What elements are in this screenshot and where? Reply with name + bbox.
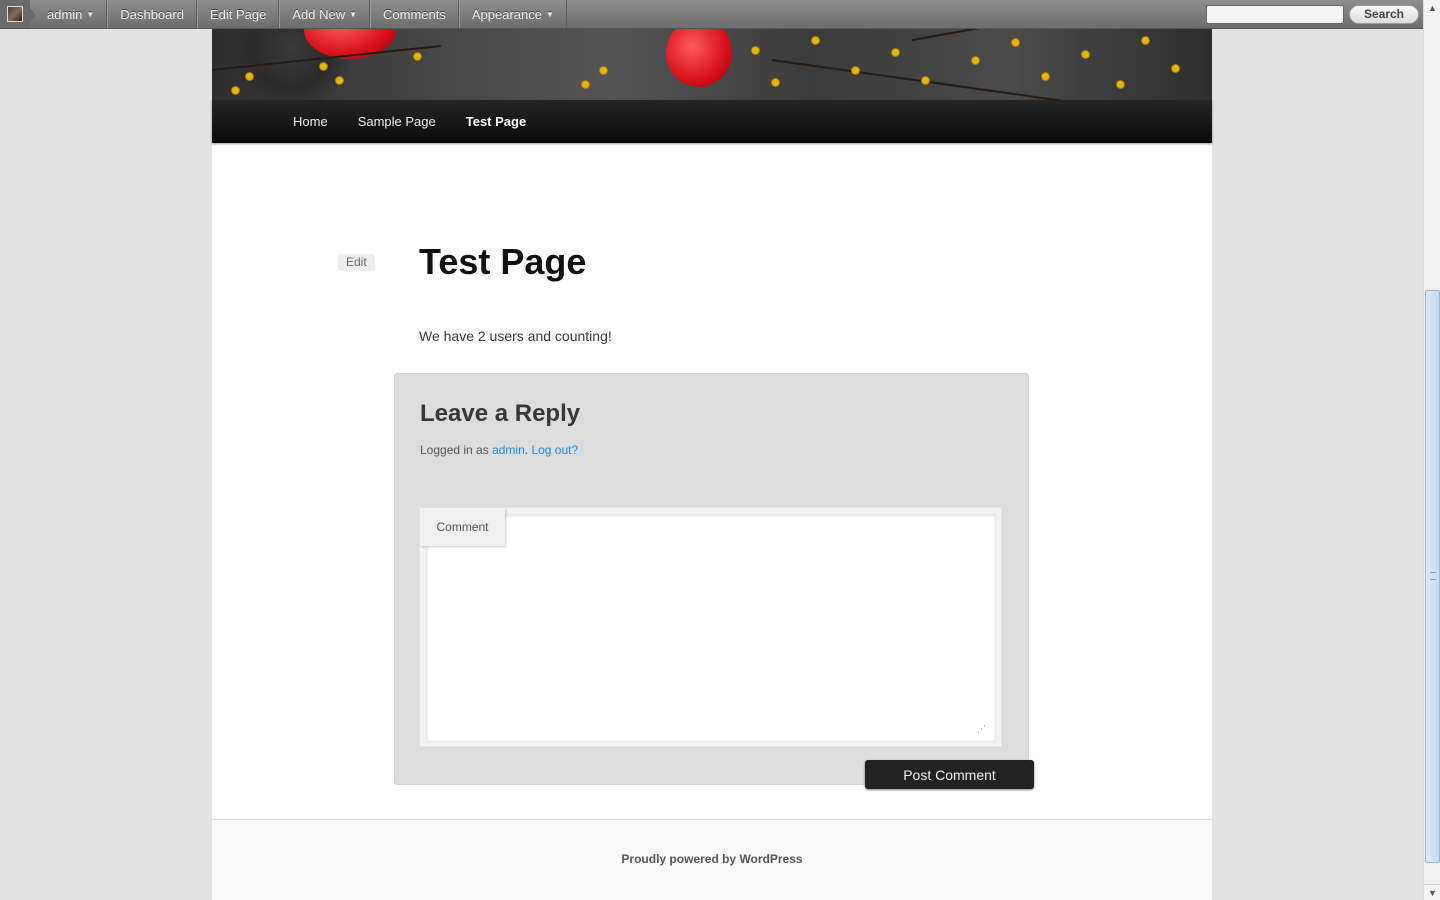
admin-bar-search: Search bbox=[1205, 0, 1423, 28]
blossom bbox=[812, 37, 819, 44]
blossom bbox=[752, 47, 759, 54]
scroll-down-arrow-icon[interactable]: ▼ bbox=[1424, 884, 1440, 900]
page-title: Test Page bbox=[419, 241, 587, 282]
logged-in-user-link[interactable]: admin bbox=[492, 443, 525, 457]
grip-icon bbox=[1430, 572, 1436, 580]
blossom bbox=[246, 73, 253, 80]
page-container: Home Sample Page Test Page Edit Test Pag… bbox=[212, 29, 1212, 900]
scroll-up-arrow-icon[interactable]: ▲ bbox=[1424, 0, 1440, 16]
admin-bar-appearance[interactable]: Appearance ▼ bbox=[458, 0, 567, 28]
blossom bbox=[336, 77, 343, 84]
edit-page-link[interactable]: Edit bbox=[338, 254, 375, 271]
admin-user-label: admin bbox=[47, 6, 83, 22]
wordpress-logo-button[interactable] bbox=[0, 0, 36, 28]
blossom bbox=[772, 79, 779, 86]
avatar-icon bbox=[7, 6, 23, 22]
comment-label: Comment bbox=[420, 508, 505, 546]
post-comment-button[interactable]: Post Comment bbox=[865, 760, 1034, 789]
nav-item-test-page[interactable]: Test Page bbox=[451, 114, 541, 129]
admin-bar-comments[interactable]: Comments bbox=[370, 0, 459, 28]
blossom bbox=[1142, 37, 1149, 44]
blossom bbox=[320, 63, 327, 70]
admin-bar-add-new-label: Add New bbox=[292, 6, 346, 22]
admin-bar-appearance-label: Appearance bbox=[471, 6, 542, 22]
admin-bar: admin ▼ Dashboard Edit Page Add New ▼ Comm… bbox=[0, 0, 1423, 29]
site-footer: Proudly powered by WordPress bbox=[212, 819, 1212, 900]
blossom bbox=[1172, 65, 1179, 72]
admin-bar-edit-page[interactable]: Edit Page bbox=[196, 0, 280, 28]
comment-textarea[interactable] bbox=[426, 514, 996, 742]
blossom bbox=[922, 77, 929, 84]
admin-bar-dashboard-label: Dashboard bbox=[120, 6, 184, 22]
blossom bbox=[582, 81, 589, 88]
logged-in-separator: . bbox=[524, 443, 529, 457]
admin-search-button[interactable]: Search bbox=[1348, 4, 1419, 24]
blossom bbox=[892, 49, 899, 56]
scrollbar-thumb[interactable] bbox=[1425, 290, 1440, 863]
logged-in-prefix: Logged in as bbox=[420, 443, 489, 457]
blossom bbox=[852, 67, 859, 74]
comment-field-wrapper: Comment ⋰ bbox=[419, 507, 1002, 747]
admin-bar-comments-label: Comments bbox=[383, 6, 446, 22]
admin-user-menu[interactable]: admin ▼ bbox=[30, 0, 108, 28]
comment-form: Leave a Reply Logged in as admin. Log ou… bbox=[394, 373, 1029, 785]
caret-down-icon: ▼ bbox=[349, 9, 357, 19]
lantern-right bbox=[666, 29, 732, 87]
blossom bbox=[414, 53, 421, 60]
admin-bar-edit-page-label: Edit Page bbox=[209, 6, 267, 22]
reply-title: Leave a Reply bbox=[420, 400, 581, 427]
admin-search-input[interactable] bbox=[1205, 4, 1344, 24]
blossom bbox=[1117, 81, 1124, 88]
nav-item-sample-page[interactable]: Sample Page bbox=[343, 114, 451, 129]
caret-down-icon: ▼ bbox=[545, 9, 554, 19]
logged-in-as: Logged in as admin. Log out? bbox=[420, 443, 578, 457]
branch bbox=[771, 59, 1070, 100]
caret-down-icon: ▼ bbox=[86, 9, 95, 19]
blossom bbox=[1012, 39, 1019, 46]
nav-item-home[interactable]: Home bbox=[278, 114, 343, 129]
blossom bbox=[972, 57, 979, 64]
blossom bbox=[232, 87, 239, 94]
page-content: We have 2 users and counting! bbox=[419, 328, 612, 344]
vertical-scrollbar[interactable]: ▲ ▼ bbox=[1423, 0, 1440, 900]
header-banner-image bbox=[212, 29, 1212, 100]
blossom bbox=[600, 67, 607, 74]
admin-bar-add-new[interactable]: Add New ▼ bbox=[279, 0, 370, 28]
blossom bbox=[1042, 73, 1049, 80]
main-navigation: Home Sample Page Test Page bbox=[212, 100, 1212, 143]
resize-grip-icon[interactable]: ⋰ bbox=[977, 724, 987, 734]
blossom bbox=[1082, 51, 1089, 58]
logout-link[interactable]: Log out? bbox=[531, 443, 578, 457]
admin-bar-dashboard[interactable]: Dashboard bbox=[107, 0, 197, 28]
footer-credit-link[interactable]: Proudly powered by WordPress bbox=[212, 852, 1212, 866]
